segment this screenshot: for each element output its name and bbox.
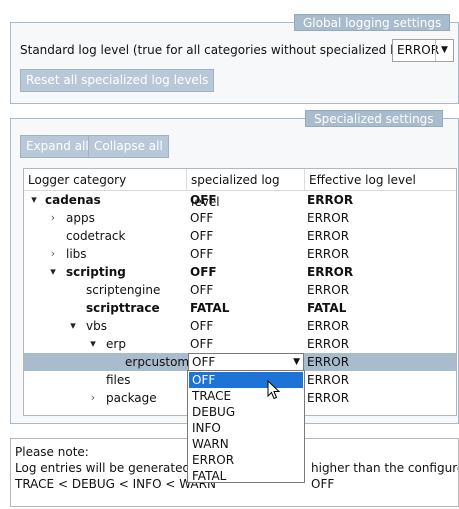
mouse-pointer-icon	[267, 380, 281, 400]
table-header: Logger category specialized log level Ef…	[24, 169, 456, 209]
chevron-down-icon[interactable]: ▼	[293, 354, 300, 370]
row-specialized: OFF	[190, 283, 214, 297]
row-effective: ERROR	[307, 211, 350, 225]
expanded-icon[interactable]: ▾	[48, 263, 58, 281]
row-name: codetrack	[66, 229, 126, 243]
row-specialized: OFF	[190, 319, 214, 333]
standard-log-level-label: Standard log level (true for all categor…	[20, 43, 446, 57]
option-trace[interactable]: TRACE	[189, 388, 303, 404]
row-name: scripting	[66, 265, 126, 279]
row-effective: ERROR	[307, 391, 350, 405]
global-settings-legend: Global logging settings	[294, 14, 451, 31]
row-name: erpcustom	[125, 355, 190, 369]
row-name: scriptengine	[86, 283, 161, 297]
column-header-specialized-level[interactable]: specialized log level	[186, 169, 304, 209]
row-name: scripttrace	[86, 301, 160, 315]
table-row[interactable]: ▾ vbs OFF ERROR	[24, 317, 456, 335]
table-row-selected[interactable]: erpcustom OFF ▼ ERROR	[24, 353, 456, 371]
table-row[interactable]: codetrack OFF ERROR	[24, 227, 456, 245]
log-level-dropdown-list: OFF TRACE DEBUG INFO WARN ERROR FATAL	[187, 370, 305, 483]
reset-specialized-button[interactable]: Reset all specialized log levels	[20, 69, 215, 92]
expand-all-button[interactable]: Expand all	[20, 135, 95, 158]
row-name: files	[106, 373, 131, 387]
row-effective: ERROR	[307, 355, 350, 369]
editor-value: OFF	[192, 355, 216, 369]
row-name: vbs	[86, 319, 107, 333]
row-effective: ERROR	[307, 337, 350, 351]
option-warn[interactable]: WARN	[189, 436, 303, 452]
standard-log-level-value: ERROR	[397, 43, 440, 57]
row-effective: ERROR	[307, 373, 350, 387]
specialized-settings-legend: Specialized settings	[305, 110, 443, 127]
row-effective: FATAL	[307, 301, 347, 315]
row-effective: ERROR	[307, 319, 350, 333]
column-header-logger-category[interactable]: Logger category	[24, 169, 186, 191]
row-specialized: OFF	[190, 211, 214, 225]
row-effective: ERROR	[307, 193, 354, 207]
chevron-down-icon[interactable]: ▼	[435, 40, 453, 61]
row-name: package	[106, 391, 157, 405]
table-row[interactable]: ▾ erp OFF ERROR	[24, 335, 456, 353]
row-name: libs	[66, 247, 87, 261]
row-name: cadenas	[45, 193, 101, 207]
collapsed-icon[interactable]: ›	[48, 209, 58, 227]
note-line-3-start: TRACE < DEBUG < INFO < WARN	[15, 477, 216, 491]
standard-log-level-select[interactable]: ERROR ▼	[392, 39, 454, 62]
option-fatal[interactable]: FATAL	[189, 468, 303, 484]
collapsed-icon[interactable]: ›	[48, 245, 58, 263]
expanded-icon[interactable]: ▾	[68, 317, 78, 335]
expanded-icon[interactable]: ▾	[88, 335, 98, 353]
row-specialized: OFF	[190, 265, 217, 279]
row-effective: ERROR	[307, 265, 354, 279]
row-specialized: OFF	[190, 337, 214, 351]
option-debug[interactable]: DEBUG	[189, 404, 303, 420]
row-name: apps	[66, 211, 95, 225]
row-specialized: OFF	[190, 193, 217, 207]
row-name: erp	[106, 337, 126, 351]
option-off[interactable]: OFF	[189, 372, 303, 388]
note-line-2-end: higher than the configured lo	[311, 461, 458, 475]
row-effective: ERROR	[307, 229, 350, 243]
row-specialized: OFF	[190, 247, 214, 261]
table-row[interactable]: › apps OFF ERROR	[24, 209, 456, 227]
collapsed-icon[interactable]: ›	[88, 389, 98, 407]
row-specialized: FATAL	[190, 301, 230, 315]
option-info[interactable]: INFO	[189, 420, 303, 436]
note-line-3-end: OFF	[311, 477, 335, 491]
column-header-effective-level[interactable]: Effective log level	[304, 169, 456, 191]
specialized-level-editor[interactable]: OFF ▼	[188, 353, 304, 371]
row-effective: ERROR	[307, 247, 350, 261]
row-specialized: OFF	[190, 229, 214, 243]
expanded-icon[interactable]: ▾	[29, 191, 39, 209]
table-row[interactable]: scriptengine OFF ERROR	[24, 281, 456, 299]
table-row[interactable]: ▾ cadenas OFF ERROR	[24, 191, 456, 209]
row-effective: ERROR	[307, 283, 350, 297]
collapse-all-button[interactable]: Collapse all	[88, 135, 169, 158]
table-row[interactable]: scripttrace FATAL FATAL	[24, 299, 456, 317]
table-row[interactable]: ▾ scripting OFF ERROR	[24, 263, 456, 281]
option-error[interactable]: ERROR	[189, 452, 303, 468]
table-row[interactable]: › libs OFF ERROR	[24, 245, 456, 263]
